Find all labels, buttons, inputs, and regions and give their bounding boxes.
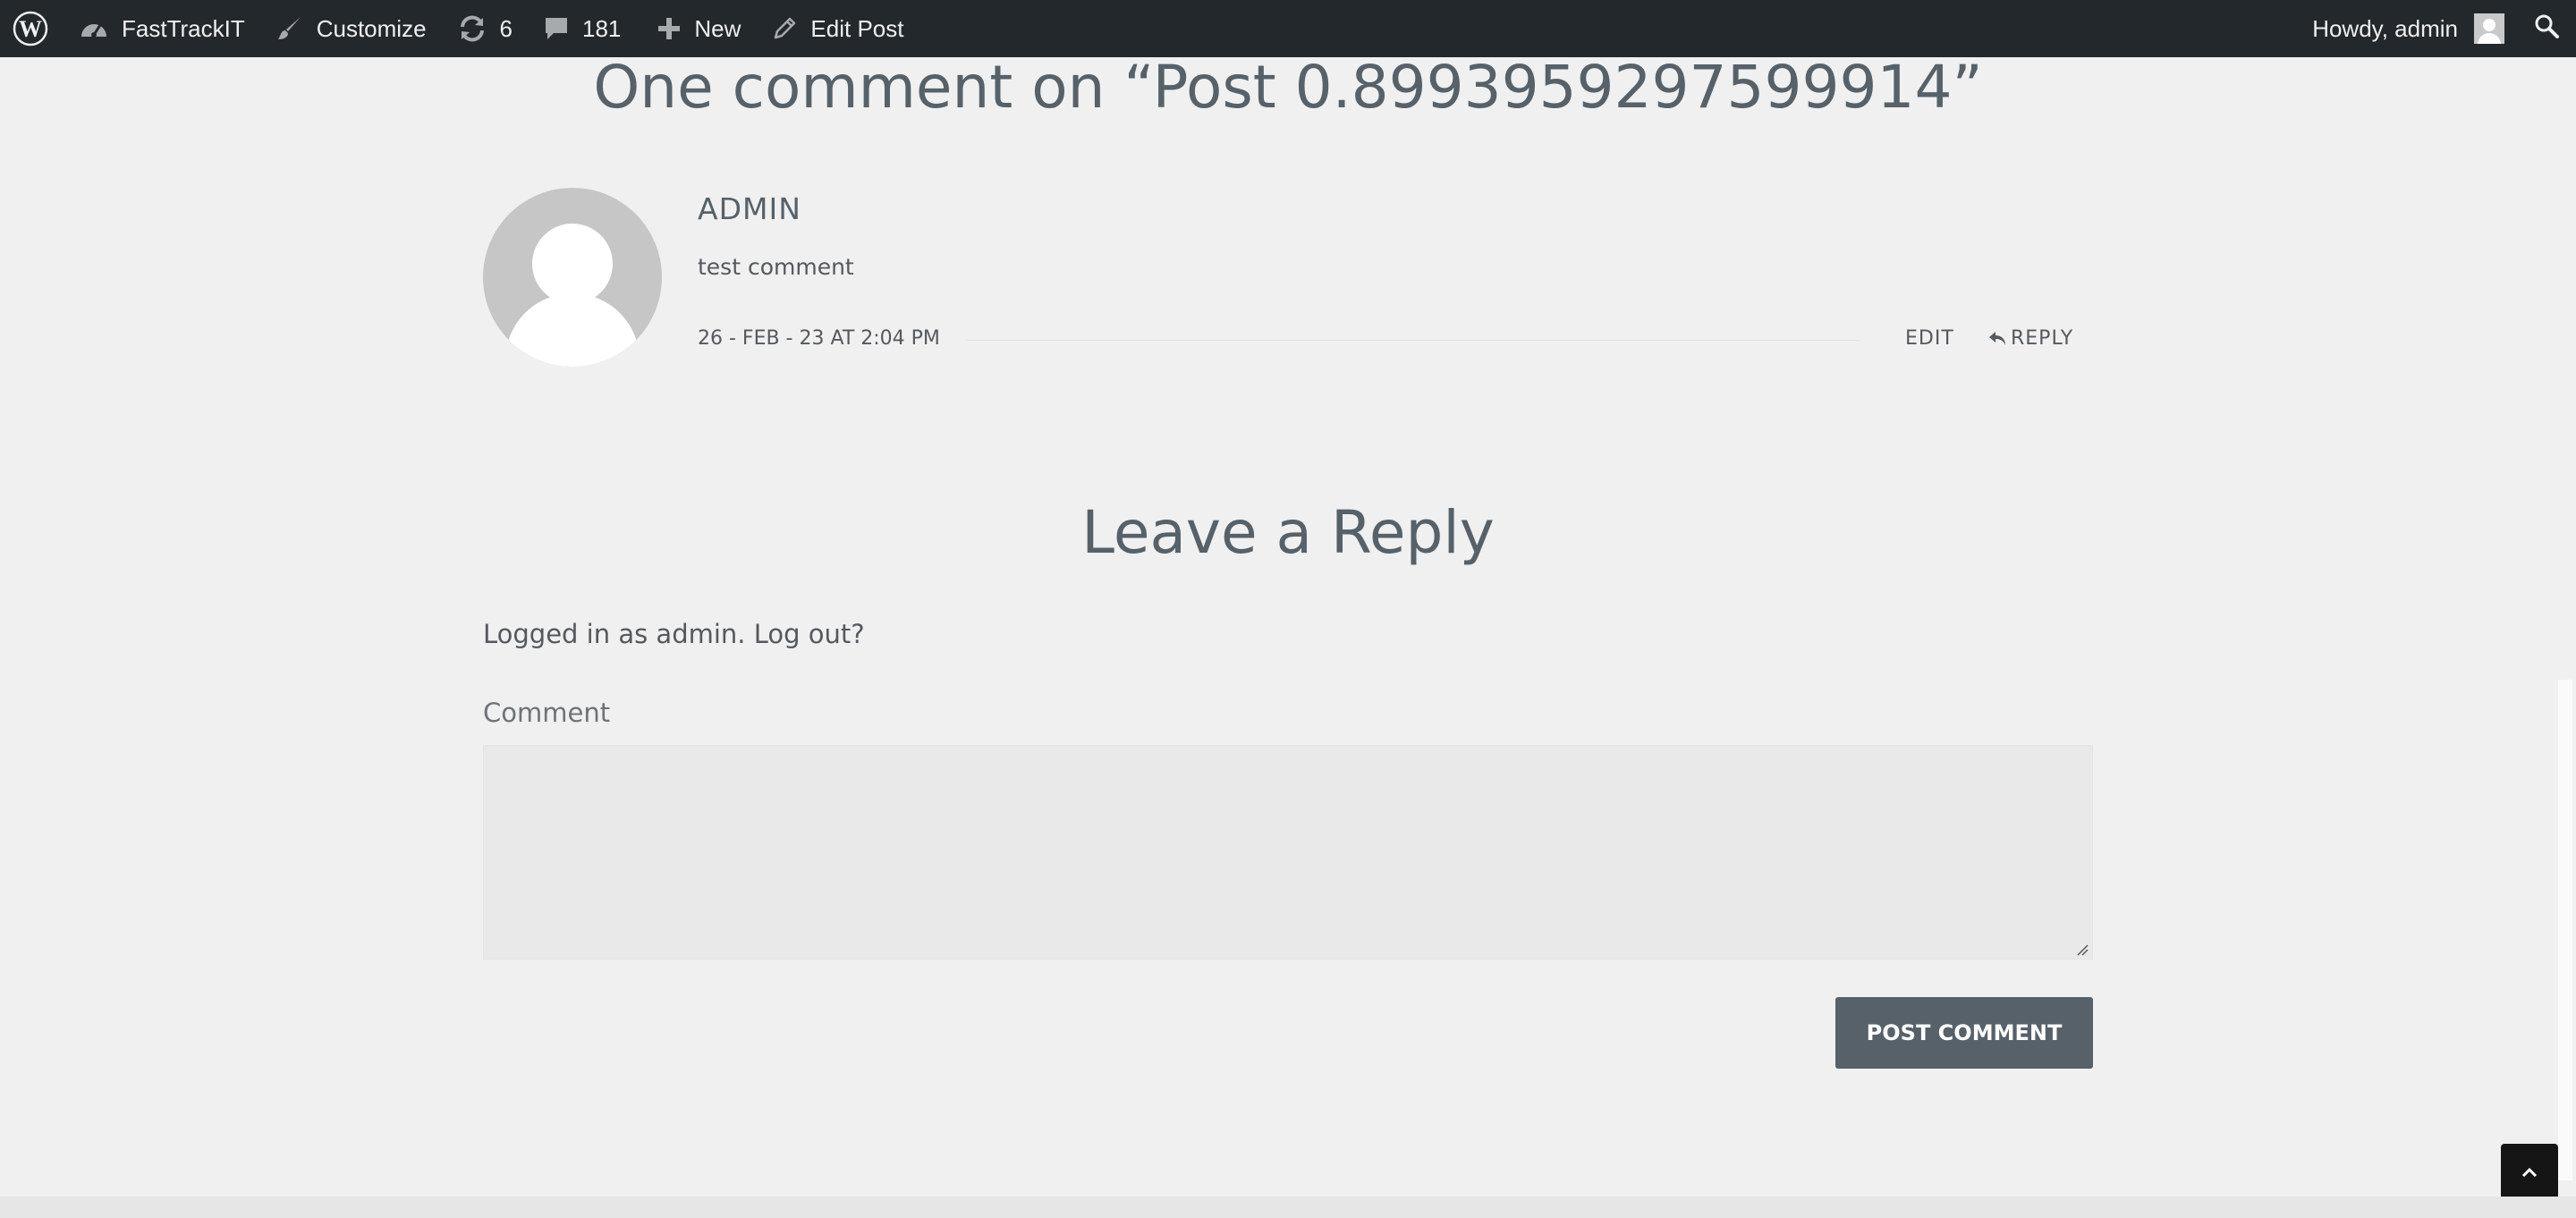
search-button[interactable] xyxy=(2533,13,2560,46)
reply-title: Leave a Reply xyxy=(1081,498,1495,567)
edit-post-label: Edit Post xyxy=(810,14,904,42)
search-icon xyxy=(2535,14,2559,38)
customize-link[interactable]: Customize xyxy=(275,0,427,57)
admin-bar: W FastTrackIT Customize 6 181 New Edit P… xyxy=(0,0,2576,57)
page-scrollbar[interactable] xyxy=(2558,680,2572,1180)
logged-in-as[interactable]: Logged in as admin. Log out? xyxy=(483,619,865,649)
new-label: New xyxy=(694,14,741,42)
dashboard-icon xyxy=(81,24,106,38)
edit-post-link[interactable]: Edit Post xyxy=(771,0,903,57)
site-name-menu[interactable]: FastTrackIT xyxy=(79,0,245,57)
comment-reply-link[interactable]: REPLY xyxy=(1987,327,2073,350)
wordpress-icon: W xyxy=(13,11,48,47)
paintbrush-icon xyxy=(277,17,301,39)
admin-avatar[interactable] xyxy=(2474,13,2504,44)
customize-label: Customize xyxy=(316,14,427,42)
resize-handle-icon[interactable] xyxy=(2076,943,2089,956)
comment-meta-divider xyxy=(966,340,1860,341)
comment-author[interactable]: ADMIN xyxy=(698,191,801,226)
admin-bar-secondary: Howdy, admin xyxy=(2312,0,2576,57)
pencil-icon xyxy=(775,17,796,39)
svg-text:W: W xyxy=(19,16,42,42)
plus-icon xyxy=(658,18,681,39)
comment-bubble-icon xyxy=(546,18,568,39)
comment-date[interactable]: 26 - FEB - 23 AT 2:04 PM xyxy=(698,327,940,350)
site-name-label: FastTrackIT xyxy=(122,14,245,42)
footer-edge xyxy=(0,1197,2576,1218)
wordpress-logo-menu[interactable]: W xyxy=(13,0,48,57)
updates-link[interactable]: 6 xyxy=(457,0,513,57)
comment-textarea[interactable] xyxy=(483,745,2093,960)
comments-title: One comment on “Post 0.8993959297599914” xyxy=(593,53,1983,122)
comment-author-avatar xyxy=(483,188,662,367)
my-account-label[interactable]: Howdy, admin xyxy=(2312,15,2458,43)
comment-reply-label: REPLY xyxy=(2011,327,2074,350)
comment-text: test comment xyxy=(698,254,854,280)
reply-arrow-icon xyxy=(1989,331,2005,345)
new-content-menu[interactable]: New xyxy=(657,0,741,57)
chevron-up-icon xyxy=(2521,1167,2538,1178)
comment-field-label: Comment xyxy=(483,698,611,728)
updates-icon xyxy=(460,15,484,42)
updates-count: 6 xyxy=(499,14,513,42)
comments-count: 181 xyxy=(582,14,622,42)
post-comment-button[interactable]: POST COMMENT xyxy=(1835,997,2093,1069)
comment-edit-link[interactable]: EDIT xyxy=(1905,327,1954,350)
scroll-to-top-button[interactable] xyxy=(2501,1144,2558,1201)
comments-link[interactable]: 181 xyxy=(543,0,621,57)
